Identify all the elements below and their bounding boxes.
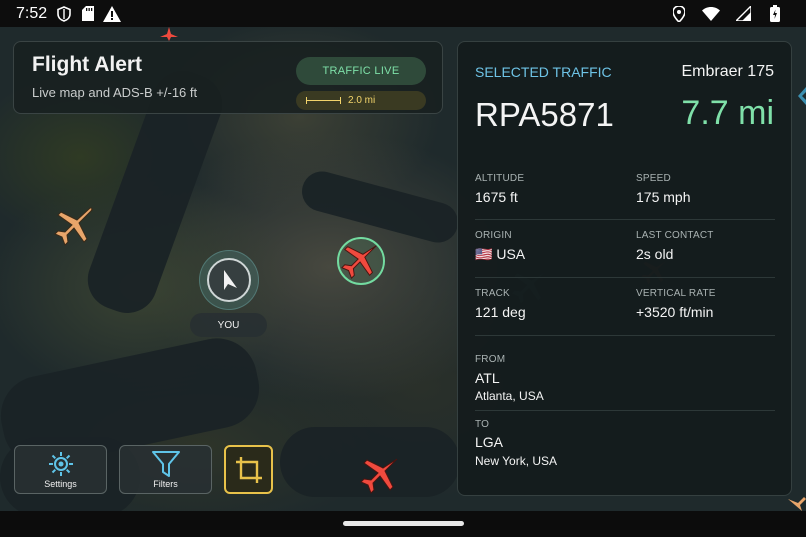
sd-card-icon [79, 5, 97, 23]
settings-label: Settings [44, 478, 77, 489]
track-label: TRACK [475, 288, 510, 299]
signal-icon [734, 5, 752, 23]
traffic-status-badge[interactable]: TRAFFIC LIVE [296, 57, 426, 85]
distance: 7.7 mi [681, 94, 774, 132]
origin-value: 🇺🇸 USA [475, 246, 525, 263]
aircraft-marker-icon[interactable] [796, 87, 806, 105]
home-gesture-pill[interactable] [343, 521, 464, 526]
traffic-detail-panel: SELECTED TRAFFIC Embraer 175 RPA5871 7.7… [457, 41, 792, 496]
app-subtitle: Live map and ADS-B +/-16 ft [32, 85, 198, 100]
app-title: Flight Alert [32, 53, 143, 76]
to-label: TO [475, 419, 490, 430]
vertical-rate-value: +3520 ft/min [636, 304, 714, 320]
river-shape [297, 166, 463, 248]
speed-value: 175 mph [636, 189, 691, 205]
panel-header-label: SELECTED TRAFFIC [475, 64, 612, 80]
status-time: 7:52 [16, 4, 48, 22]
speed-label: SPEED [636, 173, 671, 184]
status-bar: 7:52 [0, 0, 806, 27]
from-label: FROM [475, 354, 506, 365]
settings-button[interactable]: Settings [14, 445, 107, 494]
scale-bar-icon [306, 97, 341, 104]
gear-icon [48, 451, 73, 476]
aircraft-marker-icon[interactable] [160, 27, 178, 41]
divider [475, 277, 775, 278]
status-right-icons [670, 5, 790, 23]
title-card: Flight Alert Live map and ADS-B +/-16 ft… [13, 41, 443, 114]
map-scale: 2.0 mi [296, 91, 426, 110]
aircraft-marker-icon[interactable] [53, 205, 97, 249]
shield-icon [55, 5, 73, 23]
origin-label: ORIGIN [475, 230, 512, 241]
callsign: RPA5871 [475, 96, 614, 133]
crop-icon [235, 456, 262, 483]
to-code: LGA [475, 434, 504, 450]
last-contact-label: LAST CONTACT [636, 230, 714, 241]
scale-label: 2.0 mi [348, 95, 376, 106]
from-city: Atlanta, USA [475, 389, 544, 403]
to-city: New York, USA [475, 454, 558, 468]
altitude-value: 1675 ft [475, 189, 518, 205]
track-value: 121 deg [475, 304, 526, 320]
altitude-label: ALTITUDE [475, 173, 525, 184]
crop-view-button[interactable] [224, 445, 273, 494]
battery-icon [766, 5, 784, 23]
filters-button[interactable]: Filters [119, 445, 212, 494]
from-code: ATL [475, 370, 500, 386]
flag-icon: 🇺🇸 [475, 246, 493, 262]
aircraft-marker-icon[interactable] [359, 453, 403, 497]
navigation-arrow-icon [224, 270, 237, 290]
filters-label: Filters [153, 478, 178, 489]
origin-country: USA [496, 246, 526, 262]
user-location-marker[interactable] [207, 258, 251, 302]
divider [475, 219, 775, 220]
last-contact-value: 2s old [636, 246, 674, 262]
aircraft-type: Embraer 175 [681, 63, 775, 80]
location-icon [670, 5, 688, 23]
aircraft-marker-icon[interactable] [788, 497, 806, 511]
filter-funnel-icon [151, 450, 180, 477]
divider [475, 410, 775, 411]
vertical-rate-label: VERTICAL RATE [636, 288, 716, 299]
warning-icon [103, 5, 122, 23]
wifi-icon [702, 5, 720, 23]
user-location-label: YOU [190, 313, 267, 337]
divider [475, 335, 775, 336]
selected-aircraft-icon[interactable] [340, 240, 382, 282]
